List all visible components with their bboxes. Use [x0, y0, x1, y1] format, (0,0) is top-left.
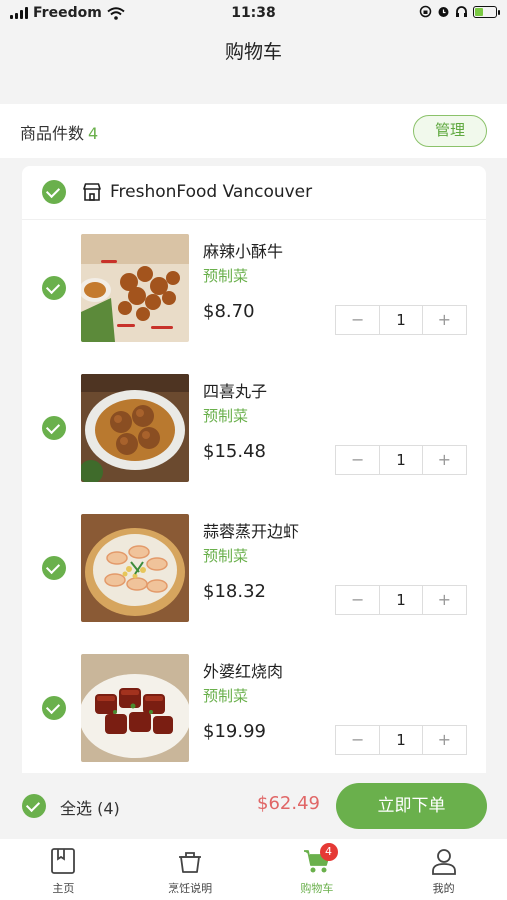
cart-card: FreshonFood Vancouver 麻辣小酥牛 预制菜 $8.70 − … [22, 166, 486, 786]
alarm-icon [438, 7, 449, 17]
cart-count-badge: 4 [319, 843, 338, 861]
quantity-stepper: − 1 + [335, 725, 467, 755]
item-select-checkbox[interactable] [42, 696, 66, 720]
headphones-icon [456, 6, 467, 17]
cart-item: 外婆红烧肉 预制菜 $19.99 − 1 + [22, 642, 486, 782]
home-book-icon [51, 848, 76, 874]
item-name: 蒜蓉蒸开边虾 [203, 522, 300, 541]
decrease-quantity-button[interactable]: − [336, 306, 379, 334]
bottom-tab-bar: 主页 烹饪说明 4 购物车 我的 [0, 839, 507, 900]
user-icon [431, 849, 456, 875]
status-bar: Freedom 11:38 [0, 0, 507, 28]
cooking-pot-icon [179, 852, 202, 873]
item-image-spicy-beef[interactable] [81, 234, 189, 342]
quantity-stepper: − 1 + [335, 305, 467, 335]
tab-profile[interactable]: 我的 [380, 839, 507, 900]
battery-icon [473, 5, 500, 18]
select-all-label[interactable]: 全选 (4) [60, 795, 120, 819]
item-category-tag: 预制菜 [203, 547, 249, 565]
item-image-braised-pork[interactable] [81, 654, 189, 762]
quantity-input[interactable]: 1 [379, 586, 423, 614]
decrease-quantity-button[interactable]: − [336, 446, 379, 474]
item-image-garlic-shrimp[interactable] [81, 514, 189, 622]
orientation-lock-icon [419, 5, 432, 18]
store-select-checkbox[interactable] [42, 180, 66, 204]
quantity-stepper: − 1 + [335, 585, 467, 615]
cart-item: 麻辣小酥牛 预制菜 $8.70 − 1 + [22, 222, 486, 362]
checkout-bar: 全选 (4) $62.49 立即下单 [0, 773, 507, 839]
page-title: 购物车 [224, 41, 282, 63]
increase-quantity-button[interactable]: + [423, 446, 466, 474]
manage-button[interactable]: 管理 [413, 115, 487, 147]
item-count-value: 4 [88, 124, 99, 143]
select-all-checkbox[interactable] [22, 794, 46, 818]
item-select-checkbox[interactable] [42, 276, 66, 300]
item-category-tag: 预制菜 [203, 687, 249, 705]
item-select-checkbox[interactable] [42, 416, 66, 440]
item-price: $8.70 [203, 301, 255, 322]
cart-item: 蒜蓉蒸开边虾 预制菜 $18.32 − 1 + [22, 502, 486, 642]
increase-quantity-button[interactable]: + [423, 726, 466, 754]
decrease-quantity-button[interactable]: − [336, 726, 379, 754]
quantity-input[interactable]: 1 [379, 726, 423, 754]
status-icons [419, 5, 500, 18]
tab-label: 我的 [432, 882, 455, 895]
item-name: 外婆红烧肉 [203, 662, 284, 681]
tab-cart[interactable]: 4 购物车 [254, 839, 381, 900]
item-price: $19.99 [203, 721, 266, 742]
total-price: $62.49 [257, 793, 320, 814]
store-name: FreshonFood Vancouver [110, 182, 313, 202]
quantity-input[interactable]: 1 [379, 306, 423, 334]
cart-item: 四喜丸子 预制菜 $15.48 − 1 + [22, 362, 486, 502]
item-count-label: 商品件数 [20, 124, 85, 143]
decrease-quantity-button[interactable]: − [336, 586, 379, 614]
increase-quantity-button[interactable]: + [423, 586, 466, 614]
quantity-input[interactable]: 1 [379, 446, 423, 474]
item-image-meatballs[interactable] [81, 374, 189, 482]
tab-label: 购物车 [300, 882, 334, 895]
item-name: 麻辣小酥牛 [203, 242, 284, 261]
item-category-tag: 预制菜 [203, 407, 249, 425]
item-category-tag: 预制菜 [203, 267, 249, 285]
item-select-checkbox[interactable] [42, 556, 66, 580]
tab-cooking-instructions[interactable]: 烹饪说明 [127, 839, 254, 900]
item-count-bar: 商品件数 4 管理 [0, 104, 507, 158]
item-price: $18.32 [203, 581, 266, 602]
item-price: $15.48 [203, 441, 266, 462]
tab-label: 烹饪说明 [168, 882, 213, 895]
item-count: 商品件数 4 [20, 120, 98, 144]
store-icon [83, 183, 101, 201]
place-order-button[interactable]: 立即下单 [336, 783, 487, 829]
tab-label: 主页 [52, 882, 75, 895]
quantity-stepper: − 1 + [335, 445, 467, 475]
store-row: FreshonFood Vancouver [22, 166, 486, 220]
increase-quantity-button[interactable]: + [423, 306, 466, 334]
item-name: 四喜丸子 [203, 382, 268, 401]
tab-home[interactable]: 主页 [0, 839, 127, 900]
